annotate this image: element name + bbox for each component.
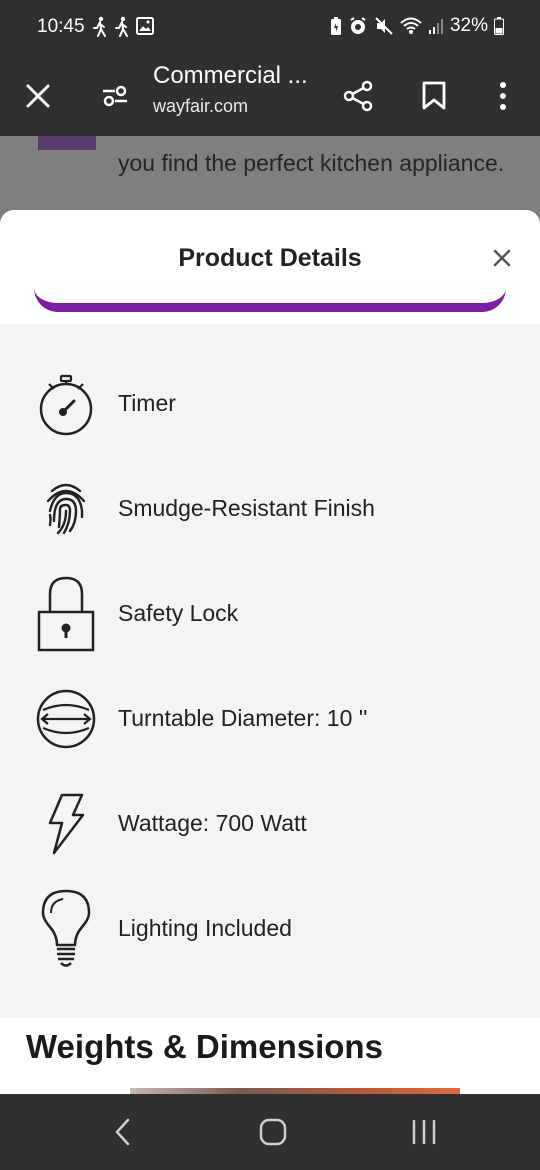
image-icon — [136, 17, 154, 35]
feature-item: Safety Lock — [0, 569, 540, 659]
close-icon — [26, 84, 50, 108]
fingerprint-icon — [46, 483, 86, 535]
wifi-icon — [400, 17, 422, 34]
background-thumbnail — [38, 136, 96, 150]
status-left-icons — [92, 16, 154, 38]
feature-label: Lighting Included — [118, 915, 292, 941]
feature-label: Turntable Diameter: 10 '' — [118, 705, 368, 731]
more-options-button[interactable] — [481, 74, 525, 118]
feature-label: Wattage: 700 Watt — [118, 810, 307, 836]
bookmark-icon — [422, 81, 446, 110]
home-icon — [259, 1118, 287, 1146]
page-url[interactable]: wayfair.com — [153, 96, 248, 117]
product-details-sheet: Product Details Timer Smudge-Resistant F… — [0, 210, 540, 1094]
walking-icon — [93, 16, 106, 37]
battery-saver-icon — [330, 17, 341, 35]
mute-icon — [375, 17, 393, 35]
nav-home-button[interactable] — [251, 1112, 295, 1152]
lightbulb-icon — [41, 889, 91, 967]
system-nav-bar — [0, 1094, 540, 1170]
timer-icon — [39, 374, 93, 436]
nav-back-button[interactable] — [101, 1112, 145, 1152]
feature-label: Smudge-Resistant Finish — [118, 495, 375, 521]
feature-item: Timer — [0, 359, 540, 449]
sheet-title: Product Details — [178, 244, 362, 272]
lightning-icon — [48, 793, 85, 855]
feature-item: Lighting Included — [0, 884, 540, 974]
browser-toolbar: Commercial ... wayfair.com — [0, 56, 540, 136]
background-text: you find the perfect kitchen appliance. — [118, 150, 505, 176]
battery-icon — [494, 17, 504, 35]
feature-item: Turntable Diameter: 10 '' — [0, 674, 540, 764]
share-icon — [343, 80, 373, 112]
weights-dimensions-section: Weights & Dimensions — [0, 1018, 540, 1094]
lock-icon — [37, 576, 95, 652]
status-bar: 10:45 32% — [0, 0, 540, 56]
feature-label: Timer — [118, 390, 176, 416]
close-icon — [493, 249, 511, 267]
turntable-icon — [36, 689, 96, 749]
sheet-header: Product Details — [0, 210, 540, 324]
back-icon — [115, 1118, 130, 1146]
status-right-icons: 32% — [330, 15, 504, 37]
site-settings-icon — [103, 85, 127, 107]
feature-label: Safety Lock — [118, 600, 239, 626]
recents-icon — [412, 1119, 436, 1145]
share-button[interactable] — [336, 74, 380, 118]
walking-icon — [115, 16, 128, 37]
bookmark-button[interactable] — [412, 74, 456, 118]
sheet-close-button[interactable] — [486, 242, 518, 274]
status-time: 10:45 — [37, 16, 85, 37]
section-title: Weights & Dimensions — [26, 1028, 383, 1065]
feature-item: Wattage: 700 Watt — [0, 779, 540, 869]
signal-icon — [428, 19, 443, 34]
alarm-icon — [350, 17, 366, 34]
site-settings-button[interactable] — [93, 74, 137, 118]
nav-recents-button[interactable] — [402, 1112, 446, 1152]
battery-percent: 32% — [449, 15, 488, 36]
accent-bar — [34, 288, 506, 312]
feature-item: Smudge-Resistant Finish — [0, 464, 540, 554]
close-tab-button[interactable] — [16, 74, 60, 118]
page-title[interactable]: Commercial ... — [153, 62, 308, 90]
more-icon — [500, 82, 506, 110]
